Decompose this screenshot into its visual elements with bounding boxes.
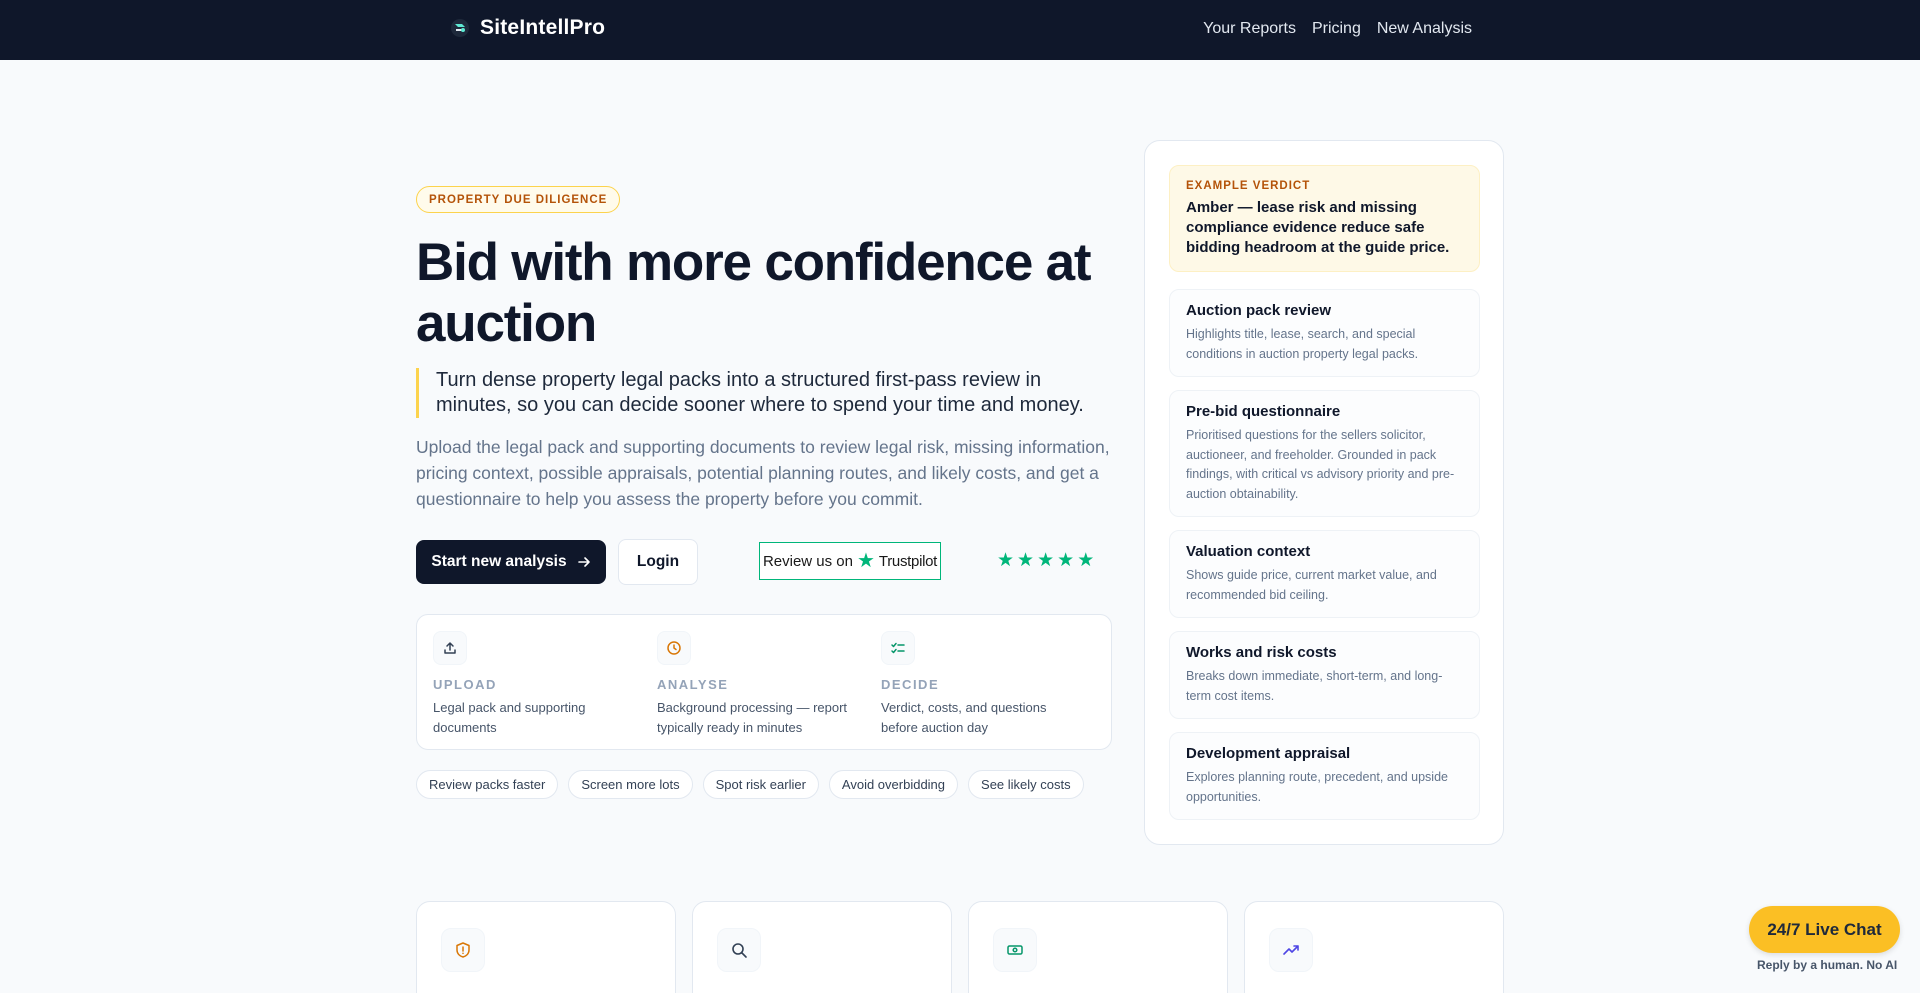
step-title: ANALYSE (657, 677, 729, 692)
star-icon: ★ (1077, 550, 1095, 571)
step-decide: DECIDE Verdict, costs, and questions bef… (881, 631, 1081, 738)
main-nav: Your Reports Pricing New Analysis (1203, 20, 1472, 38)
feature-description: Shows guide price, current market value,… (1186, 568, 1437, 602)
checklist-icon (881, 631, 915, 665)
banknote-icon (993, 928, 1037, 972)
step-analyse: ANALYSE Background processing — report t… (657, 631, 857, 738)
feature-title: Valuation context (1186, 543, 1311, 560)
hero-subtext: Upload the legal pack and supporting doc… (416, 437, 1110, 509)
step-description: Background processing — report typically… (657, 700, 848, 735)
star-icon: ★ (1057, 550, 1075, 571)
feature-pre-bid-questionnaire: Pre-bid questionnaire Prioritised questi… (1169, 390, 1480, 517)
shield-alert-icon (441, 928, 485, 972)
feature-auction-pack-review: Auction pack review Highlights title, le… (1169, 289, 1480, 377)
login-button[interactable]: Login (618, 539, 698, 585)
start-new-analysis-label: Start new analysis (431, 553, 567, 570)
live-chat-note: Reply by a human. No AI (1757, 958, 1898, 972)
brand-name: SiteIntellPro (480, 16, 606, 39)
nav-pricing[interactable]: Pricing (1312, 20, 1361, 38)
feature-description: Explores planning route, precedent, and … (1186, 770, 1448, 804)
start-new-analysis-button[interactable]: Start new analysis (416, 540, 606, 584)
feature-title: Development appraisal (1186, 745, 1351, 762)
brand[interactable]: SiteIntellPro (450, 16, 605, 40)
step-upload: UPLOAD Legal pack and supporting documen… (433, 631, 633, 738)
category-pill: PROPERTY DUE DILIGENCE (416, 186, 621, 213)
step-title: DECIDE (881, 677, 940, 692)
feature-description: Highlights title, lease, search, and spe… (1186, 327, 1419, 361)
nav-new-analysis[interactable]: New Analysis (1377, 20, 1472, 38)
trending-up-icon (1269, 928, 1313, 972)
search-icon (717, 928, 761, 972)
brand-logo-icon (451, 19, 469, 37)
chip: Spot risk earlier (702, 770, 819, 799)
arrow-right-icon (577, 557, 590, 567)
feature-card (968, 901, 1228, 993)
feature-card (692, 901, 952, 993)
feature-title: Works and risk costs (1186, 644, 1337, 661)
verdict-label: EXAMPLE VERDICT (1186, 180, 1311, 192)
chip: Avoid overbidding (828, 770, 959, 799)
star-rating: ★ ★ ★ ★ ★ (997, 551, 1094, 570)
top-navigation-bar: SiteIntellPro Your Reports Pricing New A… (0, 0, 1920, 60)
features-panel: EXAMPLE VERDICT Amber — lease risk and m… (1144, 140, 1504, 845)
hero-lead: Turn dense property legal packs into a s… (416, 368, 1096, 418)
live-chat-button[interactable]: 24/7 Live Chat (1749, 906, 1900, 953)
star-icon: ★ (1017, 550, 1035, 571)
chip: Screen more lots (568, 770, 693, 799)
trustpilot-prefix: Review us on (762, 552, 853, 570)
feature-description: Prioritised questions for the sellers so… (1186, 428, 1455, 501)
feature-works-and-risk-costs: Works and risk costs Breaks down immedia… (1169, 631, 1480, 719)
trustpilot-review-widget[interactable]: Review us on ★ Trustpilot (759, 542, 941, 580)
star-icon: ★ (997, 550, 1015, 571)
upload-icon (433, 631, 467, 665)
feature-development-appraisal: Development appraisal Explores planning … (1169, 732, 1480, 820)
feature-description: Breaks down immediate, short-term, and l… (1186, 669, 1443, 703)
feature-title: Pre-bid questionnaire (1186, 403, 1341, 420)
verdict-text: Amber — lease risk and missing complianc… (1186, 199, 1450, 256)
feature-card (416, 901, 676, 993)
clock-icon (657, 631, 691, 665)
feature-card (1244, 901, 1504, 993)
benefit-chips: Review packs faster Screen more lots Spo… (416, 770, 1084, 799)
step-title: UPLOAD (433, 677, 497, 692)
chip: See likely costs (968, 770, 1084, 799)
chip: Review packs faster (416, 770, 559, 799)
star-icon: ★ (1037, 550, 1055, 571)
trustpilot-star-icon: ★ (856, 550, 875, 572)
hero-title: Bid with more confidence at auction (416, 233, 1092, 353)
example-verdict-card: EXAMPLE VERDICT Amber — lease risk and m… (1169, 165, 1480, 272)
step-description: Legal pack and supporting documents (433, 700, 586, 735)
feature-valuation-context: Valuation context Shows guide price, cur… (1169, 530, 1480, 618)
process-steps-card: UPLOAD Legal pack and supporting documen… (416, 614, 1112, 750)
nav-your-reports[interactable]: Your Reports (1203, 20, 1296, 38)
feature-title: Auction pack review (1186, 302, 1332, 319)
trustpilot-brand: Trustpilot (878, 552, 938, 570)
step-description: Verdict, costs, and questions before auc… (881, 700, 1047, 735)
